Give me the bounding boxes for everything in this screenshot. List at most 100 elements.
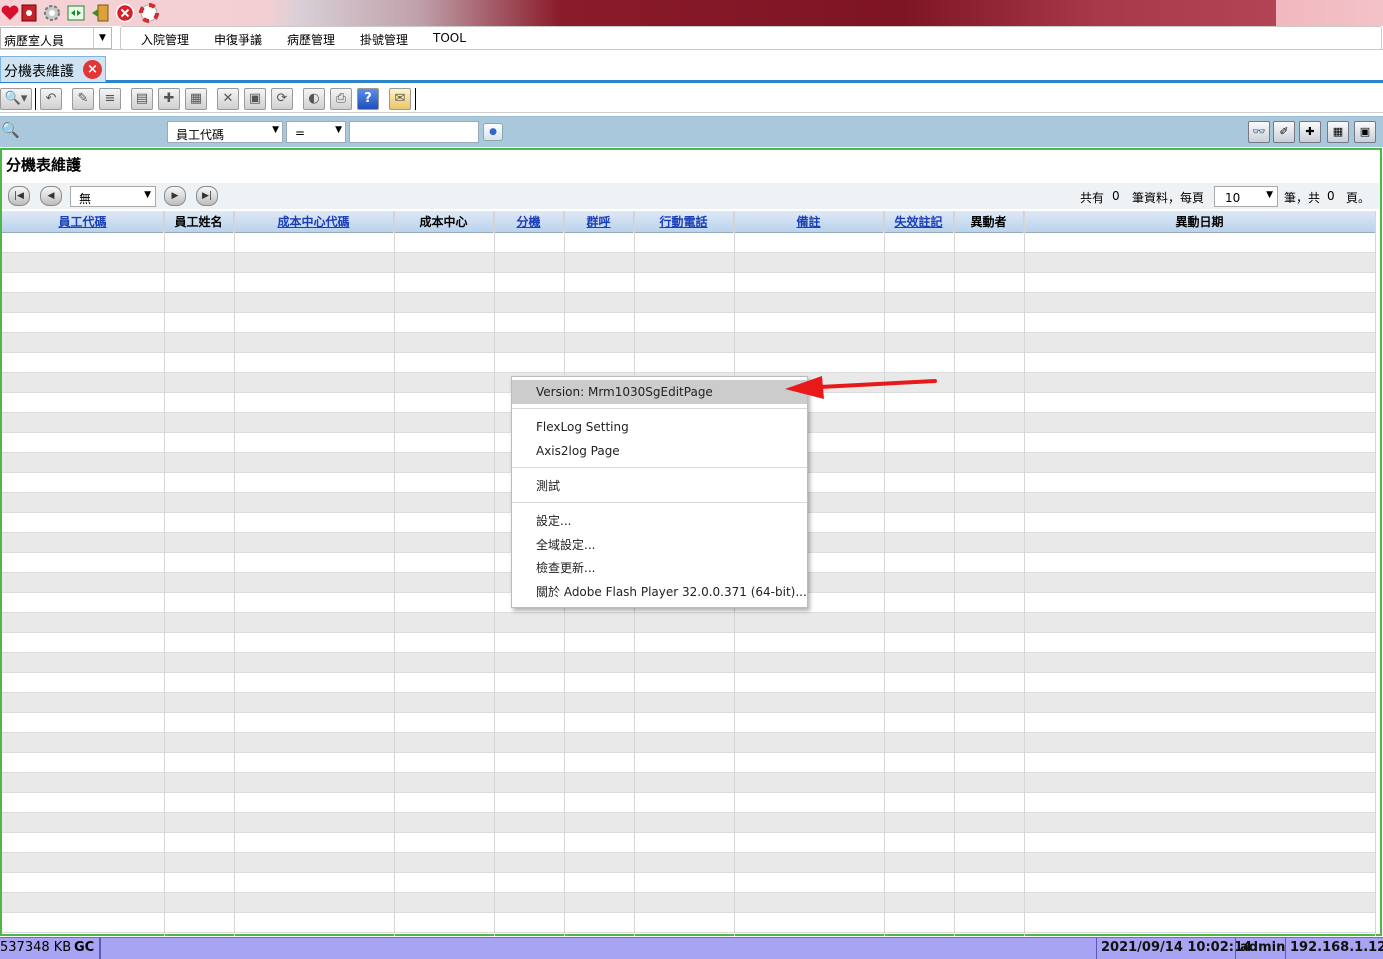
chevron-down-icon[interactable]: ▼ bbox=[335, 125, 342, 135]
clear-brush-icon[interactable]: ✐ bbox=[1273, 121, 1295, 143]
refresh-icon[interactable]: ⟳ bbox=[271, 88, 293, 110]
menu-item-appeal[interactable]: 申復爭議 bbox=[214, 31, 262, 48]
table-row[interactable] bbox=[2, 853, 1376, 873]
globe-icon[interactable]: ◐ bbox=[303, 88, 325, 110]
menu-item-settings[interactable]: 設定... bbox=[512, 509, 807, 533]
save-query-icon[interactable]: ▣ bbox=[1354, 121, 1376, 143]
column-header-remark[interactable]: 備註 bbox=[734, 211, 884, 233]
column-header-group-call[interactable]: 群呼 bbox=[564, 211, 634, 233]
table-row[interactable] bbox=[2, 693, 1376, 713]
search-input[interactable] bbox=[349, 121, 479, 143]
menu-item-global-settings[interactable]: 全域設定... bbox=[512, 533, 807, 557]
table-row[interactable] bbox=[2, 753, 1376, 773]
gc-button[interactable]: GC bbox=[74, 940, 94, 955]
menu-item-test[interactable]: 測試 bbox=[512, 474, 807, 498]
exit-door-icon[interactable] bbox=[90, 3, 110, 23]
table-row[interactable] bbox=[2, 353, 1376, 373]
add-record-icon[interactable]: ✚ bbox=[1299, 121, 1321, 143]
record-icon[interactable] bbox=[19, 3, 39, 23]
edit-icon[interactable]: ✎ bbox=[72, 88, 94, 110]
column-header-cost-center[interactable]: 成本中心 bbox=[394, 211, 494, 233]
table-row[interactable] bbox=[2, 293, 1376, 313]
undo-icon[interactable]: ↶ bbox=[40, 88, 62, 110]
new-document-icon[interactable]: ▤ bbox=[131, 88, 153, 110]
column-header-extension[interactable]: 分機 bbox=[494, 211, 564, 233]
grid-settings-icon[interactable]: ▦ bbox=[1327, 121, 1349, 143]
table-row[interactable] bbox=[2, 333, 1376, 353]
search-field-select[interactable]: 員工代碼 ▼ bbox=[167, 121, 283, 143]
total-prefix: 共有 bbox=[1080, 191, 1105, 205]
page-count: 0 bbox=[1327, 189, 1335, 203]
menu-item-version[interactable]: Version: Mrm1030SgEditPage bbox=[512, 380, 807, 404]
close-icon[interactable] bbox=[115, 3, 135, 23]
heart-icon[interactable] bbox=[0, 3, 20, 23]
prev-page-button[interactable]: ◀ bbox=[40, 186, 62, 206]
table-row[interactable] bbox=[2, 633, 1376, 653]
menu-item-records[interactable]: 病歷管理 bbox=[287, 31, 335, 48]
menu-item-flexlog-setting[interactable]: FlexLog Setting bbox=[512, 415, 807, 439]
binoculars-icon[interactable]: 👓 bbox=[1248, 121, 1270, 143]
zoom-search-icon[interactable]: 🔍 bbox=[1, 121, 23, 143]
column-header-cost-center-code[interactable]: 成本中心代碼 bbox=[234, 211, 394, 233]
role-select[interactable]: 病歷室人員 ▼ bbox=[0, 27, 112, 49]
memory-usage: 537348 KB bbox=[0, 940, 72, 955]
column-header-employee-name[interactable]: 員工姓名 bbox=[164, 211, 234, 233]
first-page-button[interactable]: |◀ bbox=[8, 186, 30, 206]
print-icon[interactable]: ⎙ bbox=[330, 88, 352, 110]
menu-item-tool[interactable]: TOOL bbox=[433, 31, 466, 45]
menu-item-registration[interactable]: 掛號管理 bbox=[360, 31, 408, 48]
page-select[interactable]: 無 ▼ bbox=[70, 186, 156, 207]
page-title: 分機表維護 bbox=[6, 156, 82, 174]
export-icon[interactable]: ✉ bbox=[389, 88, 411, 110]
column-header-mobile[interactable]: 行動電話 bbox=[634, 211, 734, 233]
table-row[interactable] bbox=[2, 613, 1376, 633]
flash-context-menu: Version: Mrm1030SgEditPage FlexLog Setti… bbox=[511, 376, 808, 608]
menu-item-axis2log-page[interactable]: Axis2log Page bbox=[512, 439, 807, 463]
table-row[interactable] bbox=[2, 873, 1376, 893]
table-row[interactable] bbox=[2, 673, 1376, 693]
next-page-button[interactable]: ▶ bbox=[164, 186, 186, 206]
menu-item-about-flash[interactable]: 關於 Adobe Flash Player 32.0.0.371 (64-bit… bbox=[512, 580, 807, 604]
table-row[interactable] bbox=[2, 273, 1376, 293]
page-size-select[interactable]: 10 ▼ bbox=[1214, 186, 1278, 207]
switch-icon[interactable] bbox=[66, 3, 86, 23]
chevron-down-icon[interactable]: ▼ bbox=[1266, 190, 1273, 200]
table-row[interactable] bbox=[2, 913, 1376, 933]
table-row[interactable] bbox=[2, 313, 1376, 333]
gear-icon[interactable] bbox=[42, 3, 62, 23]
column-header-modified-date[interactable]: 異動日期 bbox=[1024, 211, 1376, 233]
help-lifebuoy-icon[interactable] bbox=[139, 3, 159, 23]
help-icon[interactable]: ? bbox=[357, 88, 379, 110]
save-icon[interactable]: ▣ bbox=[244, 88, 266, 110]
column-divider bbox=[1375, 211, 1376, 936]
chevron-down-icon[interactable]: ▼ bbox=[144, 190, 151, 200]
table-row[interactable] bbox=[2, 833, 1376, 853]
tab-extension-maintenance[interactable]: 分機表維護 × bbox=[0, 56, 106, 82]
search-go-button[interactable]: ● bbox=[483, 123, 503, 141]
table-row[interactable] bbox=[2, 733, 1376, 753]
table-row[interactable] bbox=[2, 713, 1376, 733]
table-icon[interactable]: ▦ bbox=[185, 88, 207, 110]
menu-item-check-update[interactable]: 檢查更新... bbox=[512, 556, 807, 580]
list-icon[interactable]: ≡ bbox=[99, 88, 121, 110]
table-row[interactable] bbox=[2, 813, 1376, 833]
column-header-invalid-flag[interactable]: 失效註記 bbox=[884, 211, 954, 233]
table-row[interactable] bbox=[2, 653, 1376, 673]
chevron-down-icon[interactable]: ▼ bbox=[93, 28, 111, 48]
column-header-employee-id[interactable]: 員工代碼 bbox=[2, 211, 164, 233]
column-header-modifier[interactable]: 異動者 bbox=[954, 211, 1024, 233]
add-icon[interactable]: ✚ bbox=[158, 88, 180, 110]
close-tab-icon[interactable]: × bbox=[83, 60, 102, 79]
delete-icon[interactable]: ✕ bbox=[217, 88, 239, 110]
table-row[interactable] bbox=[2, 893, 1376, 913]
search-operator-select[interactable]: = ▼ bbox=[286, 121, 346, 143]
table-row[interactable] bbox=[2, 773, 1376, 793]
table-row[interactable] bbox=[2, 233, 1376, 253]
query-dropdown-icon[interactable]: 🔍▾ bbox=[0, 88, 32, 110]
menu-item-admission[interactable]: 入院管理 bbox=[141, 31, 189, 48]
last-page-button[interactable]: ▶| bbox=[196, 186, 218, 206]
pager-bar: |◀ ◀ 無 ▼ ▶ ▶| 共有 0 筆資料，每頁 10 ▼ 筆，共 0 頁。 bbox=[2, 183, 1380, 209]
table-row[interactable] bbox=[2, 253, 1376, 273]
chevron-down-icon[interactable]: ▼ bbox=[272, 125, 279, 135]
table-row[interactable] bbox=[2, 793, 1376, 813]
